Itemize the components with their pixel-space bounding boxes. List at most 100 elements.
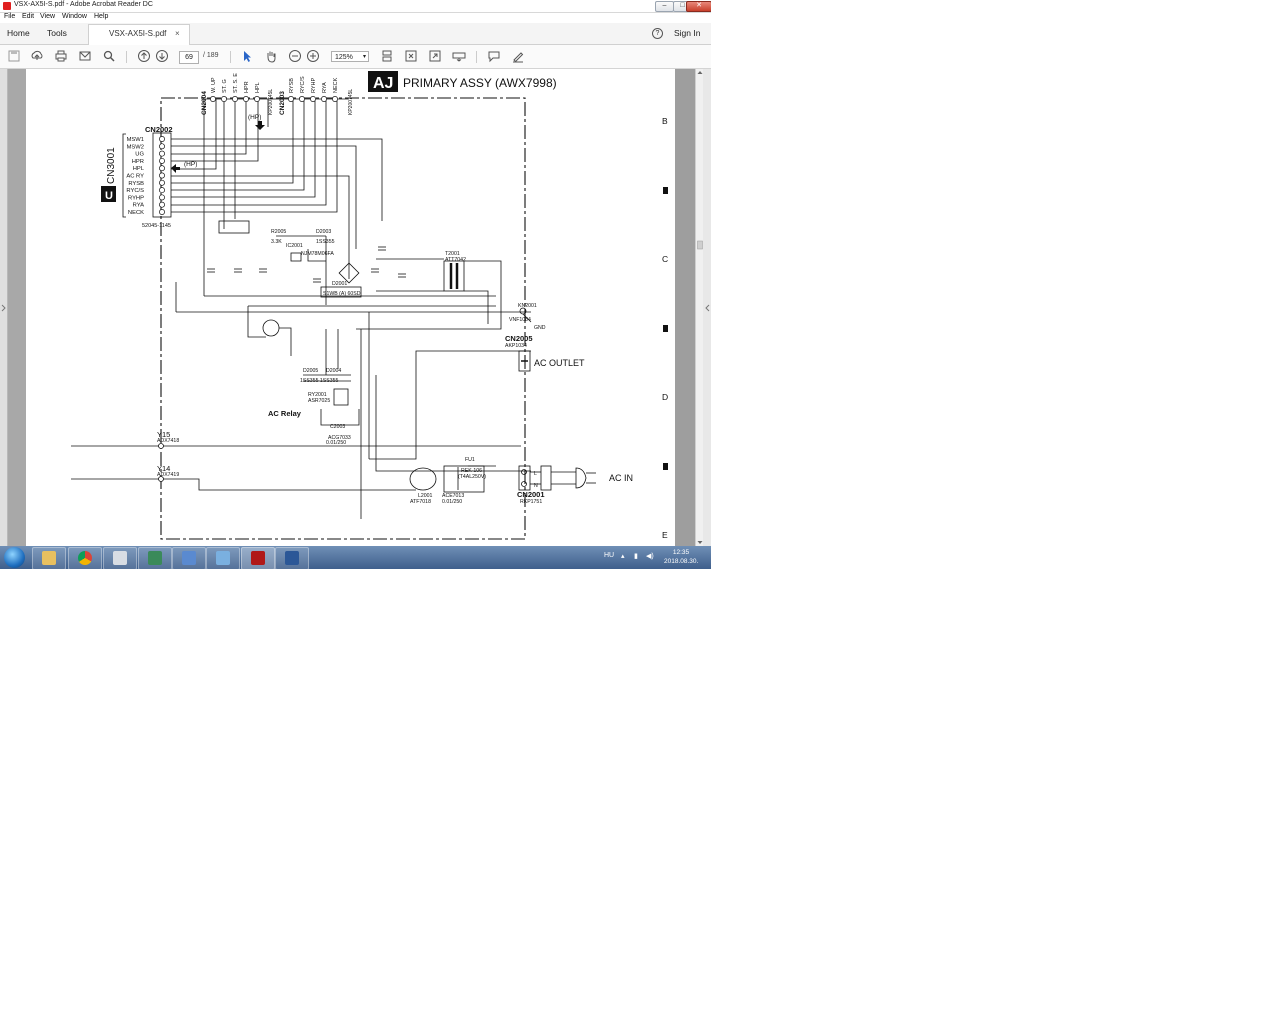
page-number-input[interactable]: 69 (179, 51, 199, 64)
windows-start-button[interactable] (4, 547, 25, 568)
close-tab-icon[interactable]: × (175, 29, 180, 38)
top-connector-pin (254, 96, 260, 102)
menu-view[interactable]: View (40, 13, 55, 20)
zoom-out-icon[interactable] (288, 49, 302, 63)
comment-icon[interactable] (487, 49, 501, 63)
tab-tools[interactable]: Tools (47, 23, 67, 44)
assy-title: PRIMARY ASSY (AWX7998) (403, 76, 557, 90)
cn2005-part: AKP1034 (505, 343, 527, 349)
scroll-mode-icon[interactable] (380, 49, 394, 63)
c2003-label: C2003 (330, 424, 345, 430)
cn2002-pin (159, 172, 165, 179)
cn2002-pin-name: MSW2 (127, 144, 144, 150)
cn2002-pin-name: HPL (133, 166, 145, 172)
cn2002-part: 52045-1145 (142, 223, 171, 229)
minimize-button[interactable]: – (655, 1, 674, 12)
grid-letter-b: B (662, 116, 668, 126)
top-connector-pin (221, 96, 227, 102)
zoom-value: 125% (335, 54, 353, 61)
clock-time: 12:35 (672, 549, 690, 556)
menu-bar: File Edit View Window Help (0, 13, 711, 23)
language-indicator[interactable]: HU (604, 552, 614, 559)
show-hidden-icons-icon[interactable]: ▴ (621, 552, 625, 560)
d2004-label: D2004 (326, 368, 341, 374)
window-title: VSX-AX5I-S.pdf - Adobe Acrobat Reader DC (14, 1, 153, 8)
top-pin-name: ST. S. E (233, 73, 239, 93)
print-icon[interactable] (54, 49, 68, 63)
cn2001-part: RKP1751 (520, 499, 542, 505)
top-pin-name: NECK (333, 77, 339, 93)
left-collapse-pane[interactable] (0, 69, 8, 546)
word-icon (285, 551, 299, 565)
fullscreen-icon[interactable] (428, 49, 442, 63)
taskbar: HU ▴ ▮ ◀) 12:35 2018.08.30. (0, 546, 711, 569)
kn2001-label: KN2001 (518, 303, 537, 309)
acrobat-app-icon (3, 2, 11, 10)
zoom-in-icon[interactable] (306, 49, 320, 63)
select-arrow-icon[interactable] (240, 49, 254, 63)
kn2001-part: VNF1084 (509, 317, 531, 323)
menu-edit[interactable]: Edit (22, 13, 34, 20)
cn2002-pin (159, 150, 165, 157)
folder-icon (42, 551, 56, 565)
next-page-icon[interactable] (155, 49, 169, 63)
menu-help[interactable]: Help (94, 13, 108, 20)
control-panel-icon (182, 551, 196, 565)
close-button[interactable]: ✕ (686, 1, 711, 12)
c2003-cap: 0.01/250 (326, 440, 346, 446)
volume-icon[interactable]: ◀) (646, 552, 654, 560)
hp-arrow-left-icon (171, 164, 180, 173)
expand-right-icon (705, 304, 710, 312)
ic2001-label: IC2001 (286, 243, 303, 249)
grid-marker (663, 325, 668, 332)
ac-in-label: AC IN (609, 473, 633, 483)
sign-in-link[interactable]: Sign In (674, 28, 700, 38)
diodes-value: 1SS355 1SS355 (300, 378, 338, 384)
taskbar-word[interactable] (275, 547, 309, 569)
top-connector-pin (232, 96, 238, 102)
cn2002-pin (159, 165, 165, 172)
right-collapse-pane[interactable] (703, 69, 711, 546)
menu-window[interactable]: Window (62, 13, 87, 20)
prev-page-icon[interactable] (137, 49, 151, 63)
sign-pen-icon[interactable] (511, 49, 525, 63)
upload-icon[interactable] (30, 49, 44, 63)
calculator-icon (113, 551, 127, 565)
hand-icon[interactable] (264, 49, 278, 63)
email-icon[interactable] (78, 49, 92, 63)
toolbar-divider (230, 51, 231, 63)
pin-l-label: L (534, 471, 537, 477)
taskbar-calculator[interactable] (103, 547, 137, 569)
taskbar-mail-app[interactable] (206, 547, 240, 569)
assy-badge-text: AJ (373, 75, 393, 92)
save-icon[interactable] (7, 49, 21, 63)
tab-document[interactable]: VSX-AX5I-S.pdf × (88, 24, 190, 45)
top-pin-name: HPL (255, 82, 261, 93)
taskbar-chrome[interactable] (68, 547, 102, 569)
finance-app-icon (148, 551, 162, 565)
expand-left-icon (1, 304, 6, 312)
tab-home[interactable]: Home (7, 23, 30, 44)
top-connector-pin (243, 96, 249, 102)
cn2002-pin (159, 143, 165, 150)
r2005-label: R2005 (271, 229, 286, 235)
top-pin-name: RYSB (289, 78, 295, 93)
taskbar-control-panel[interactable] (172, 547, 206, 569)
document-view[interactable]: B C D E AJ PRIMARY ASSY (AWX7998) U CN30… (8, 69, 675, 546)
grid-marker (663, 463, 668, 470)
top-connector-pin (321, 96, 327, 102)
read-mode-icon[interactable] (452, 49, 466, 63)
taskbar-explorer[interactable] (32, 547, 66, 569)
clock[interactable]: 12:35 2018.08.30. (664, 548, 698, 566)
fit-page-icon[interactable] (404, 49, 418, 63)
top-pin-name: RYA (322, 82, 328, 93)
cn2002-pin-name: HPR (132, 159, 144, 165)
network-icon[interactable]: ▮ (634, 552, 638, 560)
cn2002-pin-name: RYSB (128, 181, 144, 187)
menu-file[interactable]: File (4, 13, 15, 20)
zoom-select[interactable]: 125% ▾ (331, 51, 369, 62)
help-icon[interactable]: ? (652, 28, 663, 39)
search-icon[interactable] (102, 49, 116, 63)
taskbar-acrobat-reader[interactable] (241, 547, 275, 569)
taskbar-finance-app[interactable] (138, 547, 172, 569)
